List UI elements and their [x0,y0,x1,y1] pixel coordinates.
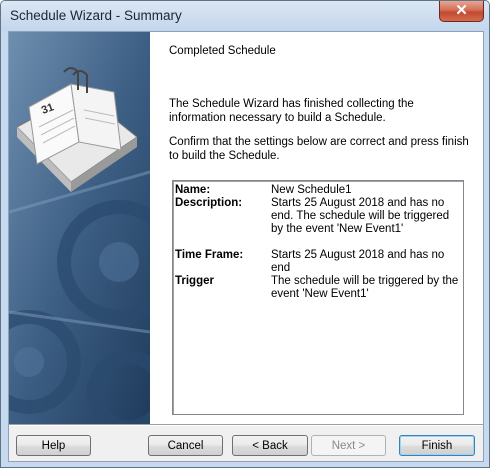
summary-value: New Schedule1 [271,184,352,196]
page-heading: Completed Schedule [169,45,276,57]
close-button[interactable]: ✕ [439,1,484,22]
intro-text: The Schedule Wizard has finished collect… [169,98,414,124]
cancel-button[interactable]: Cancel [148,435,223,456]
footer-divider [9,424,483,426]
next-button[interactable]: Next > [311,435,386,456]
summary-label: Trigger [175,275,214,287]
wizard-window: Schedule Wizard - Summary ✕ 31 Completed… [0,0,490,468]
title-bar[interactable]: Schedule Wizard - Summary ✕ [1,1,489,31]
finish-button[interactable]: Finish [399,435,475,456]
close-icon: ✕ [455,2,468,19]
window-title: Schedule Wizard - Summary [10,8,182,23]
wizard-side-image: 31 [9,32,150,424]
confirm-text: Confirm that the settings below are corr… [169,136,469,162]
summary-label: Name: [175,184,211,196]
wizard-client: 31 Completed Schedule The Schedule Wizar… [8,31,484,462]
summary-value: Starts 25 August 2018 and has no end. Th… [271,197,450,235]
summary-box[interactable]: Name: New Schedule1 Description: Starts … [172,180,464,415]
summary-value: The schedule will be triggered by the ev… [271,275,459,300]
help-button[interactable]: Help [16,435,91,456]
summary-label: Description: [175,197,243,209]
content-panel: Completed Schedule The Schedule Wizard h… [150,32,483,424]
back-button[interactable]: < Back [232,435,308,456]
summary-label: Time Frame: [175,249,244,261]
summary-value: Starts 25 August 2018 and has no end [271,249,445,274]
